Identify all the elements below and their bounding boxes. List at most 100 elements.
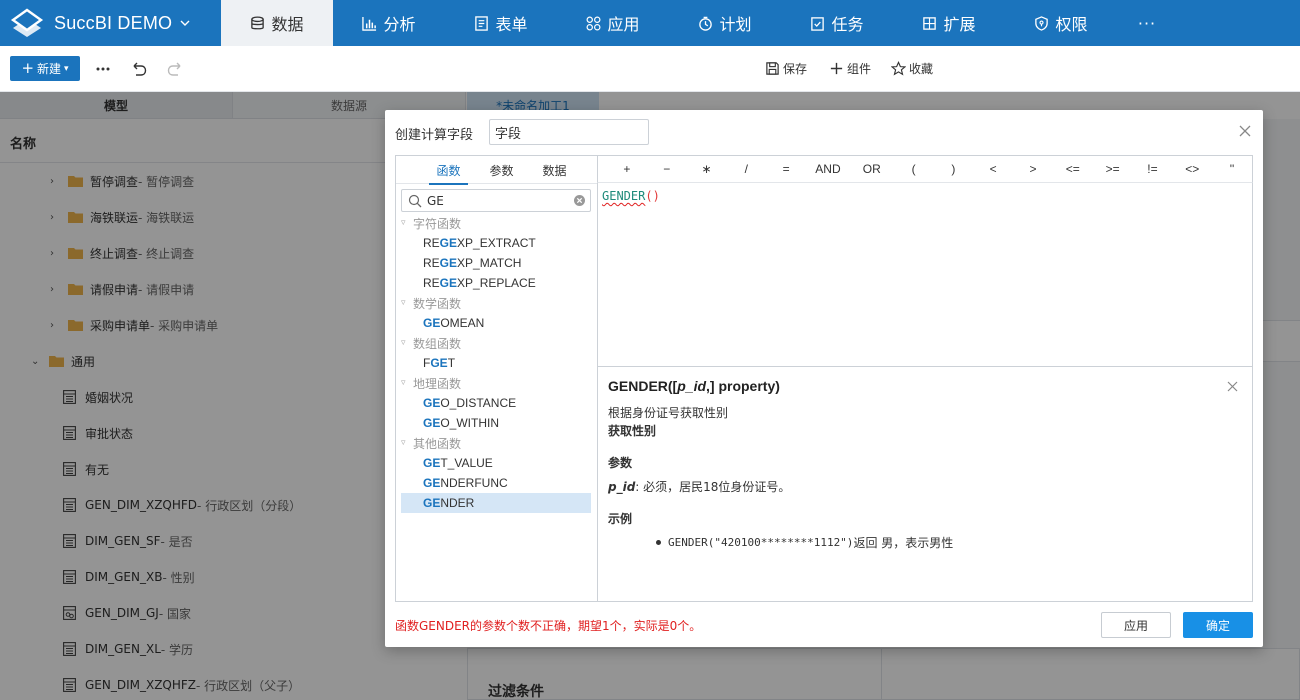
- search-icon: [408, 194, 422, 208]
- nav-analysis[interactable]: 分析: [333, 0, 445, 46]
- function-item[interactable]: GE T_VALUE: [401, 453, 591, 473]
- form-icon: [475, 15, 489, 31]
- nav-forms[interactable]: 表单: [445, 0, 557, 46]
- function-signature: GENDER([p_id,] property): [608, 378, 780, 394]
- operator-minus[interactable]: −: [647, 162, 687, 176]
- operator-close-paren[interactable]: ): [933, 162, 973, 176]
- clock-icon: [699, 16, 713, 31]
- function-item[interactable]: GE OMEAN: [401, 313, 591, 333]
- new-button[interactable]: + 新建 ▾: [10, 56, 80, 81]
- function-item[interactable]: GE O_WITHIN: [401, 413, 591, 433]
- error-message: 函数GENDER的参数个数不正确，期望1个，实际是0个。: [395, 619, 702, 633]
- tab-functions[interactable]: 函数: [422, 156, 475, 185]
- app-name: SuccBI DEMO: [54, 12, 173, 33]
- function-group[interactable]: ▿ 其他函数: [401, 433, 591, 453]
- function-search-input[interactable]: [427, 192, 567, 209]
- chevron-down-icon: ▿: [401, 378, 406, 388]
- function-item[interactable]: GE NDERFUNC: [401, 473, 591, 493]
- function-item[interactable]: GE O_DISTANCE: [401, 393, 591, 413]
- operator-and[interactable]: AND: [806, 162, 850, 176]
- nav-more[interactable]: ···: [1117, 0, 1177, 46]
- nav-permissions[interactable]: 权限: [1005, 0, 1117, 46]
- chevron-down-icon: [180, 20, 190, 26]
- params-heading: 参数: [608, 456, 633, 470]
- nav-extensions[interactable]: 扩展: [893, 0, 1005, 46]
- tab-params[interactable]: 参数: [475, 156, 528, 184]
- chevron-down-icon: ▿: [401, 438, 406, 448]
- operator-open-paren[interactable]: (: [894, 162, 934, 176]
- toolbar: + 新建 ▾ 保存 组件 收藏: [0, 46, 1300, 92]
- operator-plus[interactable]: +: [607, 162, 647, 176]
- chevron-down-icon: ▿: [401, 298, 406, 308]
- function-group[interactable]: ▿ 数组函数: [401, 333, 591, 353]
- redo-icon[interactable]: [166, 60, 184, 78]
- star-icon: [891, 61, 906, 76]
- tab-data[interactable]: 数据: [528, 156, 581, 184]
- expression-line: GENDER(): [602, 189, 660, 203]
- operator-quote[interactable]: '': [1212, 162, 1252, 176]
- add-component-button[interactable]: 组件: [829, 60, 871, 77]
- operator-or[interactable]: OR: [850, 162, 894, 176]
- plus-icon: [830, 62, 843, 75]
- example-entry: GENDER("420100********1112") 返回 男，表示男性: [656, 534, 953, 551]
- logo-icon: [10, 8, 44, 37]
- function-group[interactable]: ▿ 字符函数: [401, 213, 591, 233]
- function-tabs: 函数 参数 数据: [396, 156, 597, 185]
- database-icon: [251, 15, 265, 29]
- chevron-down-icon: ▾: [64, 63, 69, 74]
- close-icon[interactable]: [1227, 381, 1238, 392]
- chevron-down-icon: ▿: [401, 338, 406, 348]
- apps-icon: [587, 16, 601, 30]
- more-horizontal-icon[interactable]: [94, 60, 112, 78]
- chevron-down-icon: ▿: [401, 218, 406, 228]
- function-item[interactable]: RE GE XP_REPLACE: [401, 273, 591, 293]
- function-doc: GENDER([p_id,] property) 根据身份证号获取性别 获取性别…: [597, 367, 1253, 602]
- operator-multiply[interactable]: ∗: [687, 162, 727, 176]
- field-name-input[interactable]: [489, 119, 649, 145]
- save-icon: [766, 62, 779, 75]
- extension-icon: [923, 16, 937, 30]
- task-icon: [811, 16, 825, 31]
- favorite-button[interactable]: 收藏: [891, 60, 933, 77]
- function-item[interactable]: RE GE XP_MATCH: [401, 253, 591, 273]
- operator-lte[interactable]: <=: [1053, 162, 1093, 176]
- operator-divide[interactable]: /: [726, 162, 766, 176]
- close-icon[interactable]: [1239, 125, 1251, 137]
- function-item[interactable]: RE GE XP_EXTRACT: [401, 233, 591, 253]
- operator-gt[interactable]: >: [1013, 162, 1053, 176]
- operator-ltgt[interactable]: <>: [1172, 162, 1212, 176]
- function-search: [401, 189, 591, 212]
- apply-button[interactable]: 应用: [1101, 612, 1171, 638]
- operator-lt[interactable]: <: [973, 162, 1013, 176]
- operator-equals[interactable]: =: [766, 162, 806, 176]
- function-group[interactable]: ▿ 地理函数: [401, 373, 591, 393]
- param-entry: p_id: 必须，居民18位身份证号。: [608, 480, 791, 494]
- example-heading: 示例: [608, 512, 633, 526]
- operator-bar: + − ∗ / = AND OR ( ) < > <= >= != <> '': [597, 155, 1253, 183]
- save-button[interactable]: 保存: [765, 60, 807, 77]
- top-nav: SuccBI DEMO 数据 分析 表单 应用 计划 任务 扩展 权限 ···: [0, 0, 1300, 46]
- nav-data[interactable]: 数据: [221, 0, 333, 46]
- plus-icon: +: [21, 59, 35, 77]
- app-brand[interactable]: SuccBI DEMO: [0, 0, 221, 46]
- undo-icon[interactable]: [130, 60, 148, 78]
- clear-icon[interactable]: [574, 195, 585, 206]
- function-panel: 函数 参数 数据 ▿字符函数 REGEXP_EXTRACT REGEXP_MAT…: [395, 155, 597, 602]
- nav-tasks[interactable]: 任务: [781, 0, 893, 46]
- nav-apps[interactable]: 应用: [557, 0, 669, 46]
- function-item-selected[interactable]: GE NDER: [401, 493, 591, 513]
- calc-field-dialog: 创建计算字段 函数 参数 数据 ▿字符函数 REGEXP_EXTRACT REG…: [385, 110, 1263, 647]
- dialog-title: 创建计算字段: [395, 128, 474, 143]
- function-item[interactable]: F GE T: [401, 353, 591, 373]
- function-group[interactable]: ▿ 数学函数: [401, 293, 591, 313]
- function-description: 根据身份证号获取性别: [608, 406, 729, 420]
- shield-icon: [1035, 15, 1049, 31]
- operator-neq[interactable]: !=: [1133, 162, 1173, 176]
- bullet-icon: [656, 540, 661, 545]
- function-summary: 获取性别: [608, 424, 657, 438]
- operator-gte[interactable]: >=: [1093, 162, 1133, 176]
- nav-schedule[interactable]: 计划: [669, 0, 781, 46]
- confirm-button[interactable]: 确定: [1183, 612, 1253, 638]
- expression-editor[interactable]: GENDER(): [597, 183, 1253, 367]
- more-icon: ···: [1137, 13, 1157, 33]
